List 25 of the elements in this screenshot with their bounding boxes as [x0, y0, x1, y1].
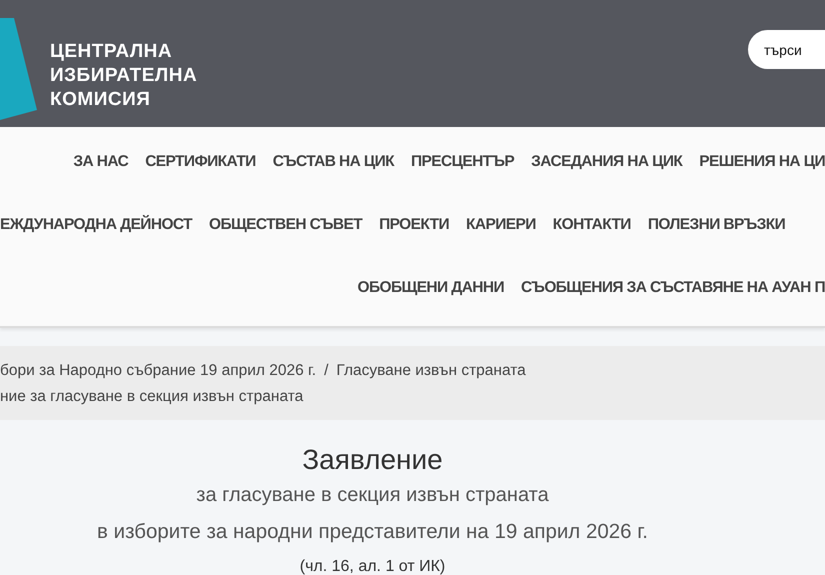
document-subtitle: в изборите за народни представители на 19 април 2026 г. [97, 520, 648, 543]
document-subtitle: за гласуване в секция извън страната [196, 484, 549, 506]
nav-link[interactable]: ОБОБЩЕНИ ДАННИ [358, 276, 504, 300]
breadcrumb-link[interactable]: Гласуване извън страната [336, 358, 526, 384]
nav-link[interactable]: КАРИЕРИ [466, 212, 536, 236]
nav-link[interactable]: ПРОЕКТИ [379, 212, 450, 236]
nav-link[interactable]: СЪОБЩЕНИЯ ЗА СЪСТАВЯНЕ НА АУАН П [521, 276, 825, 300]
nav-link[interactable]: ОБЩЕСТВЕН СЪВЕТ [208, 212, 362, 236]
nav-link[interactable]: РЕШЕНИЯ НА ЦИ [699, 150, 825, 174]
nav-link[interactable]: СЪСТАВ НА ЦИК [272, 150, 394, 174]
document-title: Заявление [302, 444, 443, 475]
nav-link[interactable]: ЗА НАС [73, 150, 128, 174]
logo-text[interactable]: ЦЕНТРАЛНА ИЗБИРАТЕЛНА КОМИСИЯ [50, 40, 198, 112]
logo-icon [0, 18, 38, 120]
nav-link[interactable]: ЕЖДУНАРОДНА ДЕЙНОСТ [0, 212, 192, 236]
nav-link[interactable]: ПРЕСЦЕНТЪР [411, 150, 514, 174]
nav-link[interactable]: КОНТАКТИ [552, 212, 631, 236]
breadcrumb-link[interactable]: бори за Народно събрание 19 април 2026 г. [0, 358, 316, 384]
nav-link[interactable]: ЗАСЕДАНИЯ НА ЦИК [531, 150, 682, 174]
breadcrumb-separator: / [324, 361, 328, 381]
breadcrumb-link[interactable]: ние за гласуване в секция извън страната [0, 384, 304, 410]
nav-link[interactable]: СЕРТИФИКАТИ [145, 150, 256, 174]
nav-link[interactable]: ПОЛЕЗНИ ВРЪЗКИ [648, 212, 786, 236]
search-field[interactable]: търси [748, 30, 825, 69]
legal-reference: (чл. 16, ал. 1 от ИК) [300, 558, 446, 575]
